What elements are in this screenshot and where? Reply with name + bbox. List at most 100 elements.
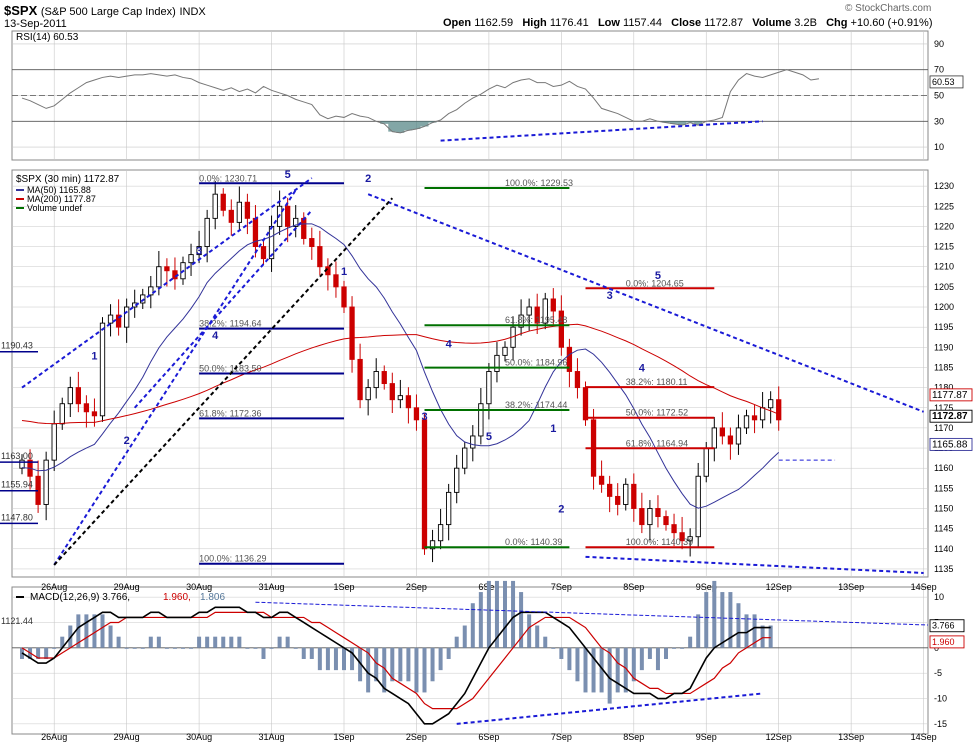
- macd-histogram-bar: [680, 647, 685, 649]
- macd-histogram-bar: [301, 647, 306, 659]
- fib-level-label: 0.0%: 1230.71: [199, 173, 257, 183]
- macd-histogram-bar: [647, 647, 652, 659]
- wave-count-label: 5: [285, 169, 291, 181]
- rsi-y-tick-label: 70: [934, 65, 944, 75]
- macd-x-tick-label: 30Aug: [186, 732, 212, 742]
- macd-histogram-bar: [736, 603, 741, 648]
- macd-x-tick-label: 9Sep: [696, 732, 717, 742]
- price-candle-body: [494, 354, 500, 372]
- macd-histogram-bar: [454, 636, 459, 648]
- price-y-tick-label: 1160: [934, 463, 953, 473]
- macd-histogram-bar: [672, 647, 677, 649]
- macd-histogram-bar: [116, 636, 121, 648]
- macd-histogram-bar: [535, 625, 540, 648]
- price-candle-body: [663, 516, 669, 526]
- macd-x-tick-label: 29Aug: [114, 732, 140, 742]
- macd-y-tick-label: 10: [934, 592, 944, 602]
- price-candle-body: [647, 508, 653, 526]
- wave-count-label: 2: [124, 435, 130, 447]
- price-y-tick-label: 1135: [934, 564, 953, 574]
- wave-count-label: 5: [655, 270, 661, 282]
- macd-histogram-bar: [277, 636, 282, 648]
- macd-x-tick-label: 6Sep: [478, 732, 499, 742]
- macd-histogram-bar: [511, 580, 516, 648]
- fib-level-label: 38.2%: 1180.11: [626, 377, 688, 387]
- macd-histogram-bar: [615, 647, 620, 693]
- price-x-tick-label: 14Sep: [911, 582, 937, 592]
- macd-histogram-bar: [639, 647, 644, 671]
- price-candle-body: [188, 254, 194, 264]
- wave-count-label: 2: [558, 504, 564, 516]
- price-candle-body: [51, 423, 57, 461]
- price-candle-body: [67, 387, 73, 405]
- macd-histogram-bar: [197, 636, 202, 648]
- price-candle-body: [156, 266, 162, 288]
- macd-histogram-bar: [486, 580, 491, 648]
- macd-histogram-bar: [213, 636, 218, 648]
- price-y-tick-label: 1185: [934, 362, 953, 372]
- macd-histogram-bar: [317, 647, 322, 671]
- price-candle-body: [43, 459, 49, 505]
- price-candle-body: [59, 403, 65, 425]
- price-candle-body: [502, 346, 508, 356]
- wave-count-label: 4: [639, 362, 646, 374]
- price-candle-body: [655, 508, 661, 518]
- price-candle-body: [405, 395, 412, 409]
- price-y-tick-label: 1150: [934, 503, 953, 513]
- price-candle-body: [574, 371, 581, 389]
- price-candle-body: [470, 435, 476, 449]
- price-candle-body: [333, 274, 339, 288]
- price-candle-body: [19, 459, 25, 469]
- macd-histogram-bar: [253, 647, 258, 649]
- price-candle-body: [751, 415, 758, 421]
- macd-histogram-bar: [156, 636, 161, 648]
- fib-level-label: 100.0%: 1136.29: [199, 554, 266, 564]
- price-y-tick-label: 1145: [934, 524, 953, 534]
- price-candle-body: [598, 475, 605, 485]
- fib-level-label: 61.8%: 1172.36: [199, 408, 261, 418]
- wave-count-label: 3: [196, 246, 202, 258]
- macd-left-badge: 1121.44: [1, 616, 33, 626]
- price-y-tick-label: 1190: [934, 342, 953, 352]
- price-candle-body: [703, 447, 709, 477]
- macd-histogram-bar: [181, 647, 185, 649]
- rsi-legend: RSI(14) 60.53: [16, 32, 79, 43]
- price-candle-body: [615, 495, 621, 505]
- price-candle-body: [301, 217, 307, 239]
- price-candle-body: [341, 286, 347, 308]
- price-candle-body: [365, 387, 371, 401]
- macd-histogram-bar: [422, 647, 427, 693]
- price-x-tick-label: 29Aug: [114, 582, 140, 592]
- macd-histogram-bar: [342, 647, 346, 671]
- macd-legend-hist: 1.806: [200, 592, 225, 603]
- price-candle-body: [140, 294, 146, 304]
- macd-histogram-bar: [52, 647, 57, 649]
- price-y-tick-label: 1140: [934, 544, 953, 554]
- macd-histogram-bar: [237, 636, 242, 648]
- price-candle-body: [639, 508, 645, 526]
- price-y-tick-label: 1220: [934, 221, 954, 231]
- price-candle-body: [776, 399, 782, 421]
- fib-level-label: 100.0%: 1140.39: [626, 537, 693, 547]
- macd-histogram-bar: [591, 647, 596, 693]
- price-candle-body: [381, 371, 387, 385]
- price-candle-body: [671, 524, 677, 534]
- price-y-tick-label: 1205: [934, 282, 954, 292]
- price-y-tick-label: 1170: [934, 423, 953, 433]
- price-candle-body: [228, 209, 234, 223]
- fib-level-label: 100.0%: 1229.53: [505, 178, 573, 188]
- macd-x-tick-label: 26Aug: [41, 732, 67, 742]
- macd-histogram-bar: [655, 647, 660, 671]
- price-y-tick-label: 1215: [934, 242, 954, 252]
- macd-histogram-bar: [164, 647, 169, 649]
- wave-count-label: 4: [446, 338, 453, 350]
- price-candle-body: [148, 286, 154, 296]
- macd-x-tick-label: 2Sep: [406, 732, 427, 742]
- price-candle-body: [462, 447, 468, 469]
- price-candle-body: [123, 306, 130, 328]
- macd-value-badge: 1.960: [932, 637, 955, 647]
- macd-x-tick-label: 8Sep: [623, 732, 644, 742]
- macd-histogram-bar: [261, 647, 266, 659]
- price-candle-body: [768, 399, 774, 409]
- price-panel-frame: [11, 169, 929, 578]
